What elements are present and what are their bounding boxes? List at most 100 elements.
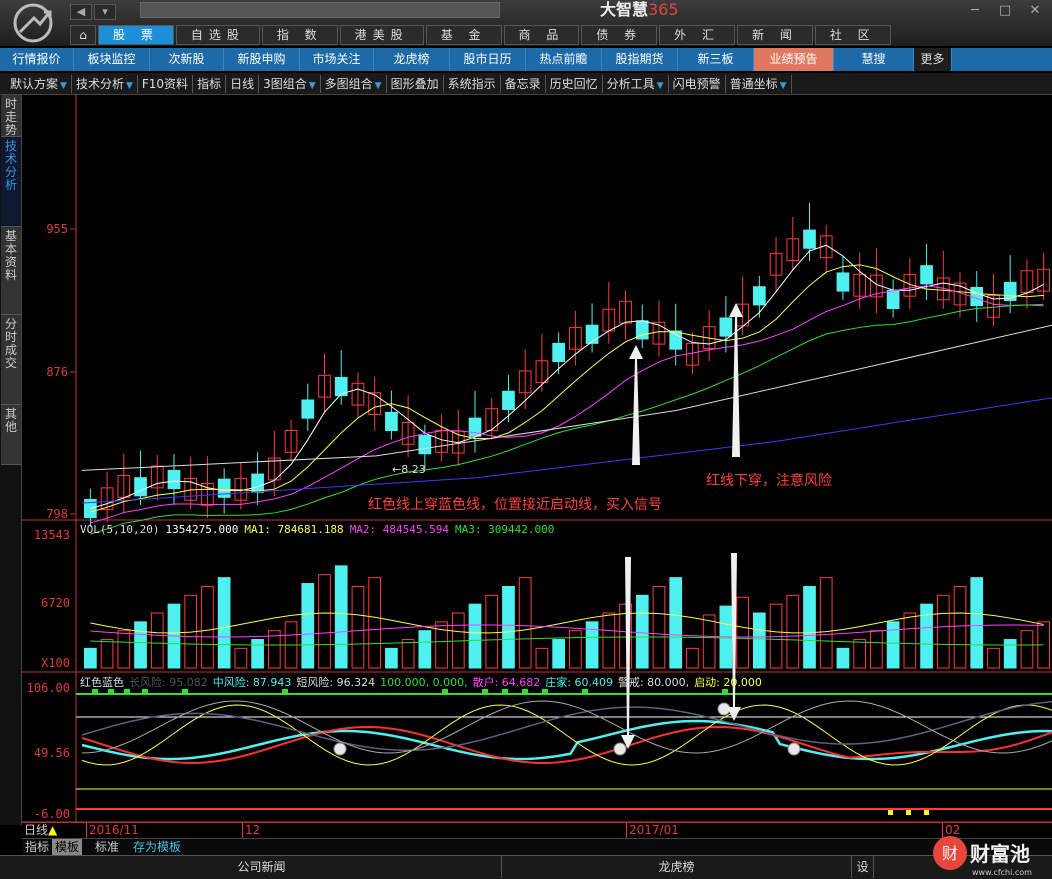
toolbar-label: F10资料: [141, 76, 189, 91]
volume-bar: [736, 596, 749, 669]
volume-bar: [936, 594, 950, 669]
volume-bar: [368, 577, 382, 669]
minimize-button[interactable]: ─: [960, 2, 990, 20]
main-tab-5[interactable]: 商 品: [503, 25, 580, 45]
back-button[interactable]: ◀: [70, 4, 92, 20]
candle-body: [251, 473, 264, 493]
toolbar-item-11[interactable]: 分析工具 ▼: [603, 74, 669, 93]
toolbar-item-9[interactable]: 备忘录: [501, 74, 546, 93]
main-tab-4[interactable]: 基 金: [425, 25, 502, 45]
left-tab-3[interactable]: 分时成交: [1, 315, 21, 405]
left-tab-4[interactable]: 其他: [1, 405, 21, 465]
main-tab-7[interactable]: 外 汇: [659, 25, 735, 45]
face-icon: [333, 742, 347, 756]
volume-bar: [903, 612, 917, 669]
subnav-item-6[interactable]: 股市日历: [450, 48, 526, 71]
buy-signal-annotation: 红色线上穿蓝色线，位置接近启动线，买入信号: [368, 496, 662, 513]
candle-body: [552, 342, 565, 363]
subnav-item-7[interactable]: 热点前瞻: [526, 48, 602, 71]
ind-legend-item: 长风险: 95.082: [129, 675, 208, 689]
info-tab-0[interactable]: 公司新闻: [22, 856, 502, 878]
subnav-item-3[interactable]: 新股申购: [224, 48, 300, 71]
volume-bar: [150, 612, 164, 669]
subnav-item-8[interactable]: 股指期货: [602, 48, 678, 71]
toolbar-label: 历史回忆: [549, 76, 598, 91]
toolbar-label: 日线: [230, 76, 255, 91]
toolbar-label: 默认方案: [10, 76, 59, 91]
red-line: [81, 726, 1052, 765]
toolbar-item-3[interactable]: 指标: [193, 74, 227, 93]
svg-text:财: 财: [942, 844, 958, 863]
volume-bar: [84, 647, 97, 669]
vol-legend-item: MA2: 484545.594: [350, 523, 450, 536]
date-label: 2016/11: [86, 823, 139, 838]
maximize-button[interactable]: □: [990, 2, 1020, 20]
info-tab-2[interactable]: 设: [852, 856, 874, 878]
toolbar-item-7[interactable]: 图形叠加: [387, 74, 444, 93]
price-axis-label: 955: [46, 222, 68, 236]
bottom-tab-1[interactable]: 模板: [52, 838, 83, 856]
subnav-item-1[interactable]: 板块监控: [74, 48, 150, 71]
buy-arrow-icon: [629, 345, 643, 465]
vol-ma3: [90, 636, 1044, 646]
main-tab-1[interactable]: 自选股: [175, 25, 260, 45]
left-tab-1[interactable]: 技术分析: [1, 137, 21, 227]
subnav-item-4[interactable]: 市场关注: [300, 48, 374, 71]
left-tab-0[interactable]: 时走势: [1, 95, 21, 137]
main-tab-6[interactable]: 债 券: [581, 25, 658, 45]
toolbar-item-1[interactable]: 技术分析 ▼: [72, 74, 138, 93]
toolbar-item-8[interactable]: 系统指示: [444, 74, 501, 93]
subnav-item-12[interactable]: 更多: [914, 48, 952, 71]
address-input[interactable]: [140, 2, 500, 18]
date-axis: 2016/11 12 2017/01 02: [22, 822, 1052, 838]
close-button[interactable]: ✕: [1020, 2, 1050, 20]
signal-dot: [482, 689, 488, 695]
period-label[interactable]: 日线▲: [22, 823, 62, 838]
candle-body: [167, 469, 181, 490]
toolbar-item-13[interactable]: 普通坐标 ▼: [726, 74, 792, 93]
main-tab-3[interactable]: 港美股: [339, 25, 424, 45]
svg-text:www.cfchi.com: www.cfchi.com: [972, 868, 1032, 877]
low-price-label: ←8.23: [392, 463, 426, 476]
subnav-item-11[interactable]: 慧搜: [834, 48, 914, 71]
volume-bar: [301, 583, 315, 669]
candle-body: [301, 399, 315, 419]
subnav-item-5[interactable]: 龙虎榜: [374, 48, 450, 71]
info-tab-1[interactable]: 龙虎榜: [502, 856, 852, 878]
vol-legend-item: MA1: 784681.188: [244, 523, 343, 536]
toolbar-item-0[interactable]: 默认方案 ▼: [6, 74, 72, 93]
subnav-item-10[interactable]: 业绩预告: [754, 48, 834, 71]
subnav-item-2[interactable]: 次新股: [150, 48, 224, 71]
toolbar-item-5[interactable]: 3图组合 ▼: [259, 74, 321, 93]
toolbar-label: 备忘录: [504, 76, 541, 91]
main-tab-8[interactable]: 新 闻: [737, 25, 813, 45]
volume-bar: [987, 647, 1000, 669]
ind-legend-item: 红色蓝色: [80, 675, 124, 689]
candle-body: [803, 229, 816, 249]
bottom-tab-0[interactable]: 指标: [22, 839, 52, 856]
main-tab-0[interactable]: 股 票: [98, 25, 174, 45]
left-tab-2[interactable]: 基本资料: [1, 227, 21, 315]
toolbar-item-10[interactable]: 历史回忆: [546, 74, 603, 93]
stock-chart[interactable]: 955 876 798 13543 6720 X100 106.00 49.56 -6.00 ←8…: [22, 95, 1052, 825]
vol-ma2: [90, 624, 1044, 638]
volume-bar: [886, 621, 900, 669]
subnav-item-0[interactable]: 行情报价: [0, 48, 74, 71]
bottom-tab-2[interactable]: 标准: [92, 839, 122, 856]
volume-bar: [836, 647, 850, 669]
toolbar-item-12[interactable]: 闪电预警: [669, 74, 726, 93]
date-label: 12: [242, 823, 260, 838]
main-tab-9[interactable]: 社 区: [814, 25, 891, 45]
home-icon[interactable]: ⌂: [70, 25, 96, 45]
subnav-item-9[interactable]: 新三板: [678, 48, 754, 71]
bottom-tab-3[interactable]: 存为模板: [130, 839, 184, 856]
toolbar-item-2[interactable]: F10资料: [138, 74, 194, 93]
face-icon: [613, 742, 627, 756]
vol-legend-item: VOL(5,10,20): [80, 523, 159, 536]
main-tab-2[interactable]: 指 数: [261, 25, 338, 45]
candle-body: [920, 265, 933, 285]
forward-dropdown-button[interactable]: ▾: [94, 4, 116, 20]
toolbar-item-6[interactable]: 多图组合 ▼: [321, 74, 387, 93]
signal-dot: [108, 689, 114, 695]
toolbar-item-4[interactable]: 日线: [226, 74, 260, 93]
